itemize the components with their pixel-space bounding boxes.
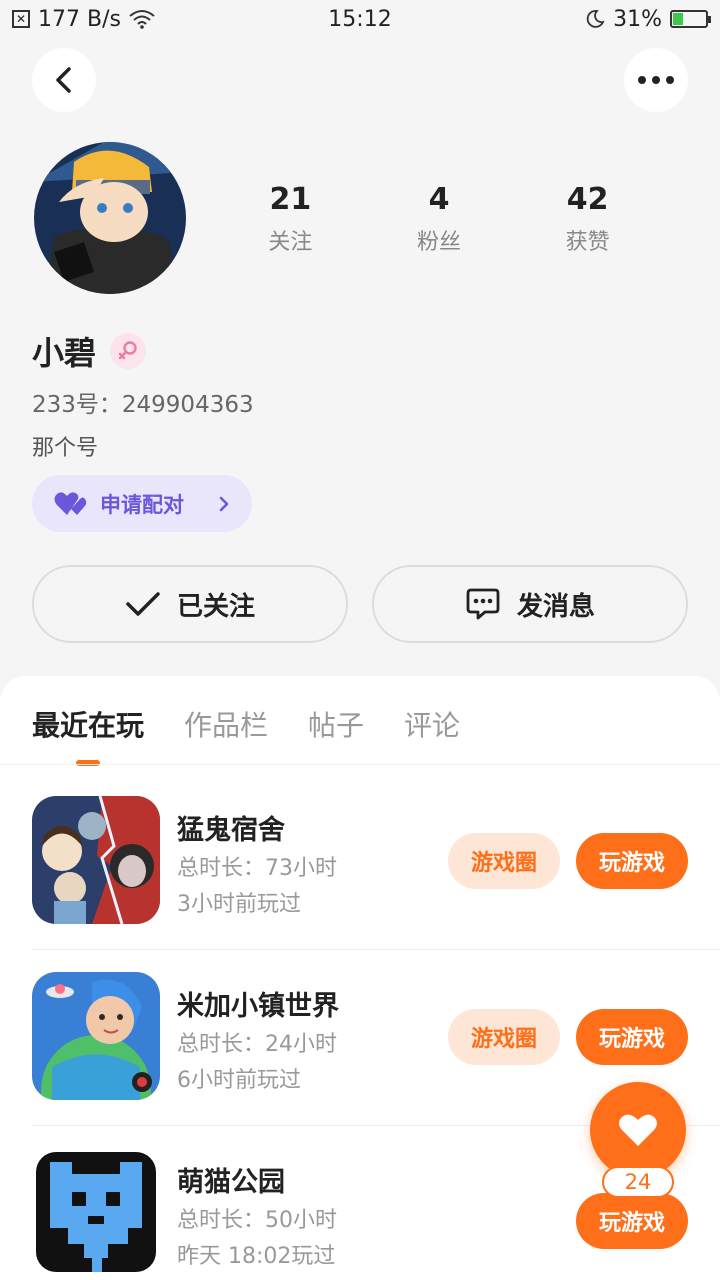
tab-comments[interactable]: 评论 — [404, 704, 460, 764]
game-duration: 总时长：50小时 — [177, 1208, 337, 1233]
game-icon-image — [32, 972, 160, 1100]
sim-icon: ✕ — [12, 10, 30, 28]
game-icon[interactable] — [32, 972, 160, 1100]
follow-button[interactable]: 已关注 — [32, 565, 348, 643]
like-count: 24 — [602, 1166, 674, 1198]
status-left: ✕ 177 B/s — [12, 7, 155, 32]
game-name: 猛鬼宿舍 — [177, 815, 285, 846]
status-right: 31% — [585, 6, 711, 32]
following-label: 关注 — [268, 230, 313, 255]
more-button[interactable] — [624, 48, 688, 112]
username-row: 小碧 — [32, 328, 147, 374]
game-last-played: 昨天 18:02玩过 — [177, 1244, 336, 1269]
gender-badge — [110, 333, 147, 369]
likes-label: 获赞 — [565, 230, 610, 255]
game-circle-button[interactable]: 游戏圈 — [448, 833, 560, 889]
back-button[interactable] — [32, 48, 96, 112]
wifi-icon — [129, 10, 155, 29]
tabs-divider — [0, 764, 720, 765]
user-id: 233号：249904363 — [32, 392, 254, 418]
game-circle-button[interactable]: 游戏圈 — [448, 1009, 560, 1065]
avatar[interactable] — [34, 142, 186, 294]
status-bar: ✕ 177 B/s 15:12 31% — [0, 0, 720, 38]
profile-tabs: 最近在玩 作品栏 帖子 评论 — [32, 704, 460, 764]
username: 小碧 — [32, 334, 97, 372]
pair-request-button[interactable]: 申请配对 — [32, 475, 252, 532]
moon-icon — [586, 10, 605, 28]
chevron-right-icon — [219, 496, 229, 511]
game-icon[interactable] — [32, 1148, 160, 1276]
tab-works[interactable]: 作品栏 — [184, 704, 268, 764]
back-arrow-icon — [56, 67, 71, 93]
play-game-button[interactable]: 玩游戏 — [576, 1193, 688, 1249]
tab-recently-played[interactable]: 最近在玩 — [32, 704, 144, 764]
game-duration: 总时长：24小时 — [177, 1032, 337, 1057]
message-label: 发消息 — [516, 591, 595, 622]
avatar-image — [34, 142, 186, 294]
followers-count: 4 — [428, 182, 450, 217]
game-last-played: 3小时前玩过 — [177, 892, 301, 917]
play-game-button[interactable]: 玩游戏 — [576, 1009, 688, 1065]
stat-likes[interactable]: 42 获赞 — [513, 182, 662, 256]
tab-posts[interactable]: 帖子 — [308, 704, 364, 764]
battery-level — [673, 13, 683, 25]
net-speed: 177 B/s — [38, 6, 121, 32]
game-duration: 总时长：73小时 — [177, 856, 337, 881]
stat-following[interactable]: 21 关注 — [216, 182, 365, 256]
following-count: 21 — [269, 182, 312, 217]
stat-followers[interactable]: 4 粉丝 — [365, 182, 514, 256]
likes-count: 42 — [566, 182, 609, 217]
game-icon-image — [32, 1148, 160, 1276]
game-name: 萌猫公园 — [177, 1167, 285, 1198]
like-button[interactable] — [590, 1082, 686, 1178]
battery-icon — [670, 10, 711, 28]
check-icon — [126, 592, 160, 616]
profile-stats: 21 关注 4 粉丝 42 获赞 — [216, 182, 662, 256]
female-icon — [118, 341, 137, 360]
pair-request-label: 申请配对 — [100, 492, 184, 517]
play-game-button[interactable]: 玩游戏 — [576, 833, 688, 889]
heart-icon — [619, 1114, 657, 1146]
game-name: 米加小镇世界 — [177, 991, 339, 1022]
chat-bubble-icon — [466, 588, 500, 620]
game-icon-image — [32, 796, 160, 924]
message-button[interactable]: 发消息 — [372, 565, 688, 643]
heart-pair-icon — [54, 491, 87, 515]
game-icon[interactable] — [32, 796, 160, 924]
user-bio: 那个号 — [32, 436, 99, 461]
follow-label: 已关注 — [176, 591, 255, 622]
more-dots-icon — [638, 76, 674, 84]
game-row[interactable]: 猛鬼宿舍 总时长：73小时 3小时前玩过 游戏圈 玩游戏 — [32, 774, 720, 950]
game-last-played: 6小时前玩过 — [177, 1068, 301, 1093]
battery-percent: 31% — [613, 6, 662, 32]
followers-label: 粉丝 — [417, 230, 462, 255]
